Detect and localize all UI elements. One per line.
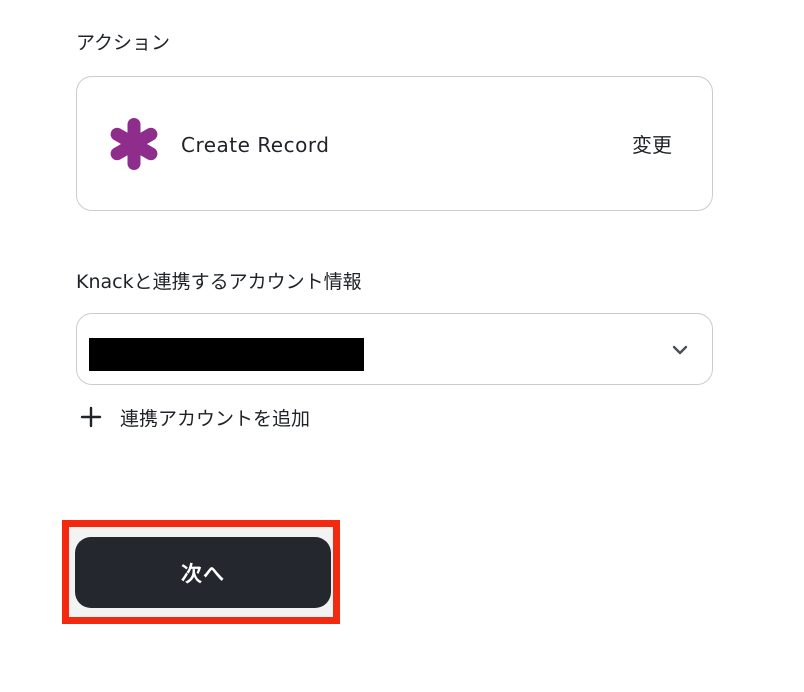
knack-asterisk-icon <box>110 118 158 170</box>
account-select-dropdown[interactable] <box>76 313 713 385</box>
account-section-label: Knackと連携するアカウント情報 <box>76 271 362 293</box>
action-name: Create Record <box>181 133 330 157</box>
next-button[interactable]: 次へ <box>75 537 331 608</box>
action-section-label: アクション <box>76 32 171 54</box>
action-card: Create Record 変更 <box>76 76 713 211</box>
redacted-account-value <box>89 338 364 371</box>
plus-icon <box>80 406 102 428</box>
change-action-button[interactable]: 変更 <box>632 132 672 158</box>
add-account-label: 連携アカウントを追加 <box>120 407 311 430</box>
add-account-link[interactable]: 連携アカウントを追加 <box>80 402 310 432</box>
chevron-down-icon <box>672 345 688 355</box>
